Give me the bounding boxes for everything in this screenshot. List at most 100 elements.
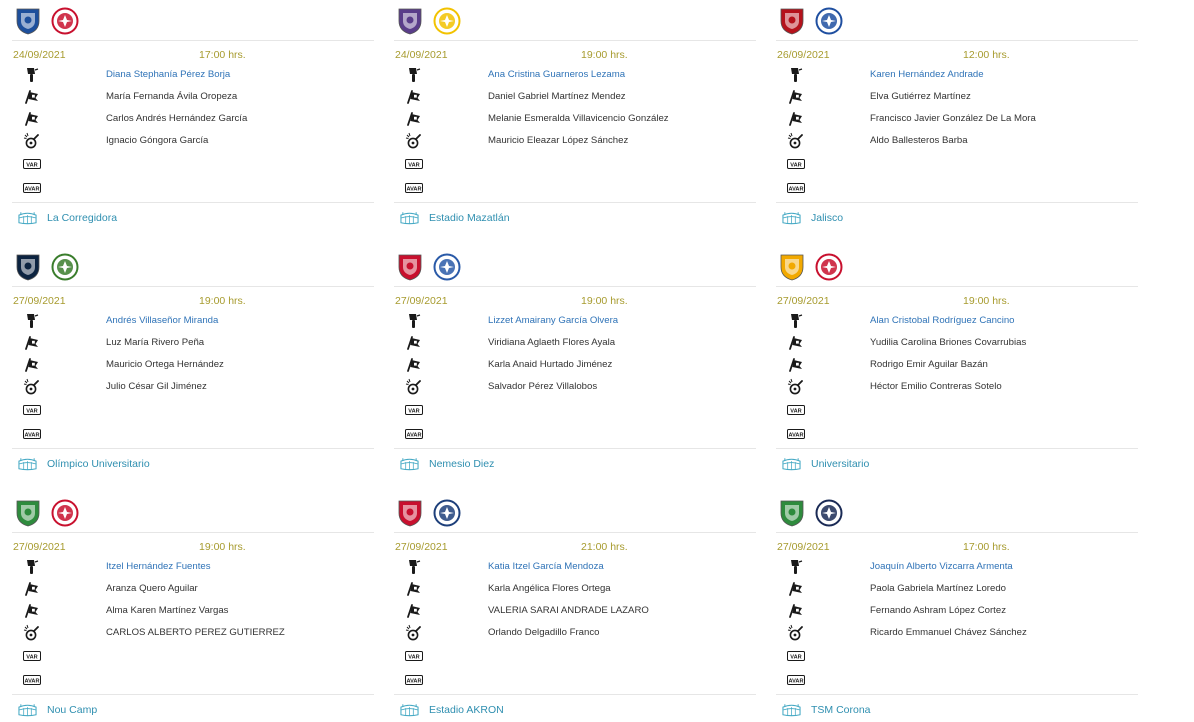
team-logos bbox=[396, 4, 461, 38]
official-name: Ricardo Emmanuel Chávez Sánchez bbox=[870, 627, 1027, 638]
pumas-crest-icon[interactable] bbox=[14, 252, 42, 282]
venue-link[interactable]: Universitario bbox=[782, 456, 869, 472]
venue-link[interactable]: Jalisco bbox=[782, 210, 843, 226]
referee-link[interactable]: Diana Stephanía Pérez Borja bbox=[106, 69, 230, 80]
venue-name[interactable]: Estadio AKRON bbox=[429, 704, 504, 716]
queretaro-crest-icon[interactable] bbox=[14, 6, 42, 36]
official-row-assistant-2: Carlos Andrés Hernández García bbox=[0, 108, 374, 130]
official-row-assistant-1: Luz María Rivero Peña bbox=[0, 332, 374, 354]
venue-name[interactable]: Nemesio Diez bbox=[429, 458, 494, 470]
official-name: Karla Angélica Flores Ortega bbox=[488, 583, 611, 594]
team-logos bbox=[14, 250, 79, 284]
referee-link[interactable]: Katia Itzel García Mendoza bbox=[488, 561, 604, 572]
match-card: 27/09/2021 19:00 hrs. Andrés Villaseñor Mi… bbox=[0, 246, 374, 492]
official-name: Aranza Quero Aguilar bbox=[106, 583, 198, 594]
official-row-assistant-2: Francisco Javier González De La Mora bbox=[764, 108, 1138, 130]
stadium-icon bbox=[400, 703, 419, 717]
mazatlan-crest-icon[interactable] bbox=[396, 6, 424, 36]
juarez-crest-icon[interactable] bbox=[51, 252, 79, 282]
toluca-crest-icon[interactable] bbox=[396, 252, 424, 282]
venue-name[interactable]: Universitario bbox=[811, 458, 869, 470]
match-time: 21:00 hrs. bbox=[581, 541, 628, 553]
venue-link[interactable]: Olímpico Universitario bbox=[18, 456, 150, 472]
official-row-var: VAR bbox=[764, 154, 1138, 176]
official-row-var: VAR bbox=[382, 400, 756, 422]
venue-name[interactable]: Olímpico Universitario bbox=[47, 458, 150, 470]
atlas-crest-icon[interactable] bbox=[778, 6, 806, 36]
divider bbox=[12, 532, 374, 533]
official-row-avar: AVAR bbox=[0, 178, 374, 200]
venue-name[interactable]: TSM Corona bbox=[811, 704, 871, 716]
venue-link[interactable]: La Corregidora bbox=[18, 210, 117, 226]
divider bbox=[394, 448, 756, 449]
venue-name[interactable]: Nou Camp bbox=[47, 704, 97, 716]
venue-link[interactable]: Nemesio Diez bbox=[400, 456, 494, 472]
stadium-icon bbox=[782, 211, 801, 225]
atletico-san-luis-crest-icon[interactable] bbox=[51, 6, 79, 36]
venue-link[interactable]: Nou Camp bbox=[18, 702, 97, 718]
official-name: Orlando Delgadillo Franco bbox=[488, 627, 600, 638]
venue-link[interactable]: Estadio AKRON bbox=[400, 702, 504, 718]
official-row-assistant-2: Alma Karen Martínez Vargas bbox=[0, 600, 374, 622]
venue-name[interactable]: Jalisco bbox=[811, 212, 843, 224]
venue-name[interactable]: La Corregidora bbox=[47, 212, 117, 224]
official-row-var: VAR bbox=[382, 154, 756, 176]
official-row-fourth: Julio César Gil Jiménez bbox=[0, 376, 374, 398]
venue-link[interactable]: TSM Corona bbox=[782, 702, 871, 718]
referee-link[interactable]: Andrés Villaseñor Miranda bbox=[106, 315, 218, 326]
referee-link[interactable]: Alan Cristobal Rodríguez Cancino bbox=[870, 315, 1015, 326]
match-date: 27/09/2021 bbox=[13, 295, 66, 307]
official-name: Ignacio Góngora García bbox=[106, 135, 209, 146]
team-logos bbox=[778, 496, 843, 530]
leon-crest-icon[interactable] bbox=[14, 498, 42, 528]
official-row-avar: AVAR bbox=[764, 670, 1138, 692]
svg-text:AVAR: AVAR bbox=[788, 678, 803, 684]
monterrey-crest-icon[interactable] bbox=[815, 498, 843, 528]
venue-link[interactable]: Estadio Mazatlán bbox=[400, 210, 510, 226]
official-row-referee: Itzel Hernández Fuentes bbox=[0, 556, 374, 578]
svg-text:VAR: VAR bbox=[790, 162, 801, 168]
official-row-var: VAR bbox=[382, 646, 756, 668]
official-row-referee: Katia Itzel García Mendoza bbox=[382, 556, 756, 578]
referee-link[interactable]: Lizzet Amairany García Olvera bbox=[488, 315, 618, 326]
chivas-crest-icon[interactable] bbox=[396, 498, 424, 528]
svg-text:AVAR: AVAR bbox=[24, 432, 39, 438]
divider bbox=[394, 286, 756, 287]
cruz-azul-crest-icon[interactable] bbox=[815, 6, 843, 36]
official-row-referee: Joaquín Alberto Vizcarra Armenta bbox=[764, 556, 1138, 578]
official-row-fourth: Aldo Ballesteros Barba bbox=[764, 130, 1138, 152]
official-row-referee: Diana Stephanía Pérez Borja bbox=[0, 64, 374, 86]
svg-text:AVAR: AVAR bbox=[788, 432, 803, 438]
official-name: Luz María Rivero Peña bbox=[106, 337, 205, 348]
tijuana-crest-icon[interactable] bbox=[815, 252, 843, 282]
referee-link[interactable]: Joaquín Alberto Vizcarra Armenta bbox=[870, 561, 1013, 572]
official-name: Héctor Emilio Contreras Sotelo bbox=[870, 381, 1002, 392]
official-row-fourth: Ricardo Emmanuel Chávez Sánchez bbox=[764, 622, 1138, 644]
svg-text:VAR: VAR bbox=[408, 408, 419, 414]
official-row-assistant-1: María Fernanda Ávila Oropeza bbox=[0, 86, 374, 108]
divider bbox=[776, 448, 1138, 449]
official-name: Paola Gabriela Martínez Loredo bbox=[870, 583, 1006, 594]
divider bbox=[12, 448, 374, 449]
match-card: 27/09/2021 21:00 hrs. Katia Itzel García M… bbox=[382, 492, 756, 722]
match-card: 27/09/2021 19:00 hrs. Itzel Hernández Fuen… bbox=[0, 492, 374, 722]
svg-text:VAR: VAR bbox=[790, 408, 801, 414]
official-row-fourth: Mauricio Eleazar López Sánchez bbox=[382, 130, 756, 152]
referee-link[interactable]: Itzel Hernández Fuentes bbox=[106, 561, 211, 572]
venue-name[interactable]: Estadio Mazatlán bbox=[429, 212, 510, 224]
official-name: Melanie Esmeralda Villavicencio González bbox=[488, 113, 669, 124]
referee-link[interactable]: Ana Cristina Guarneros Lezama bbox=[488, 69, 625, 80]
america-crest-icon[interactable] bbox=[433, 6, 461, 36]
necaxa-crest-icon[interactable] bbox=[51, 498, 79, 528]
official-name: María Fernanda Ávila Oropeza bbox=[106, 91, 238, 102]
pachuca-crest-icon[interactable] bbox=[433, 498, 461, 528]
official-name: Mauricio Ortega Hernández bbox=[106, 359, 224, 370]
stadium-icon bbox=[18, 703, 37, 717]
referee-link[interactable]: Karen Hernández Andrade bbox=[870, 69, 984, 80]
official-row-referee: Alan Cristobal Rodríguez Cancino bbox=[764, 310, 1138, 332]
official-row-referee: Karen Hernández Andrade bbox=[764, 64, 1138, 86]
official-name: Carlos Andrés Hernández García bbox=[106, 113, 248, 124]
tigres-crest-icon[interactable] bbox=[778, 252, 806, 282]
puebla-crest-icon[interactable] bbox=[433, 252, 461, 282]
santos-crest-icon[interactable] bbox=[778, 498, 806, 528]
